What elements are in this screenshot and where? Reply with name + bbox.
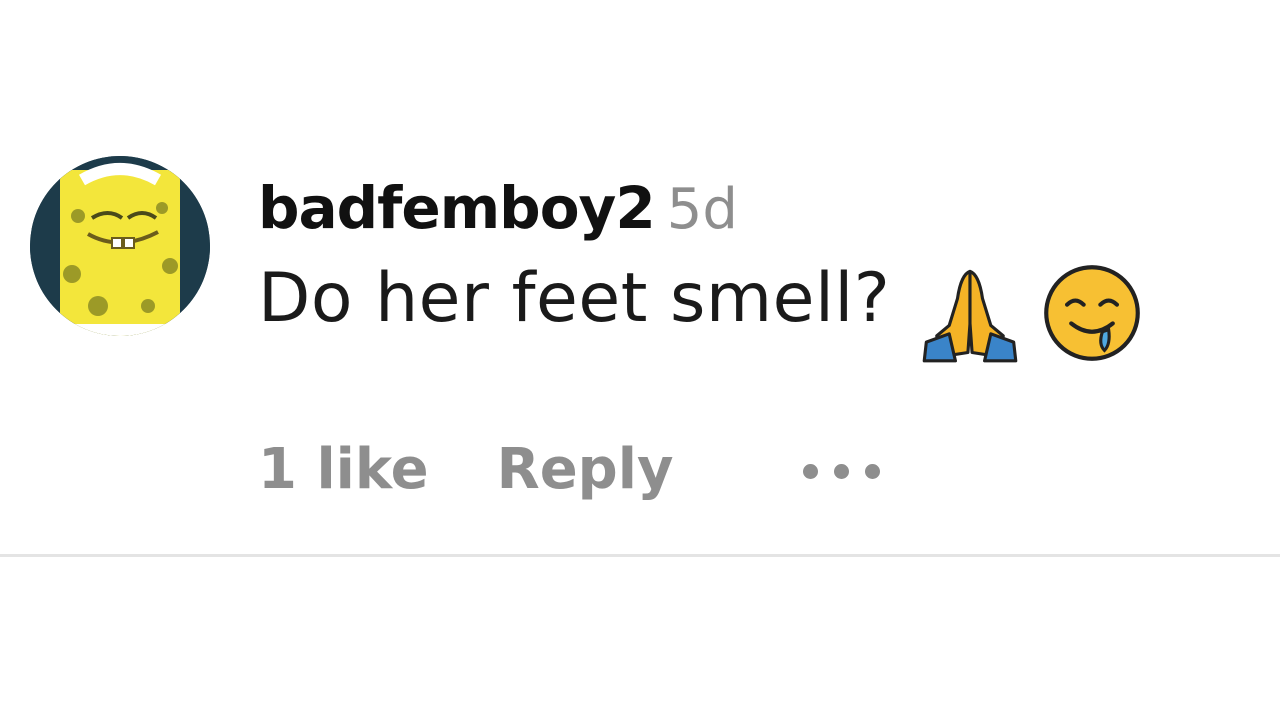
folded-hands-emoji (918, 261, 1022, 365)
comment-item: badfemboy2 5d Do her feet smell? 1 like Re… (0, 0, 1280, 555)
reply-button[interactable]: Reply (497, 430, 674, 510)
dot (803, 464, 819, 479)
dot (834, 464, 850, 479)
comment-text: Do her feet smell? (258, 259, 891, 338)
username-link[interactable]: badfemboy2 (258, 174, 656, 242)
drooling-face-emoji (1040, 261, 1144, 365)
more-options-icon[interactable] (803, 434, 896, 514)
comment-actions: 1 like Reply (258, 430, 896, 510)
comment-text-line: Do her feet smell? (258, 244, 1144, 362)
divider (0, 554, 1280, 557)
avatar[interactable] (30, 156, 210, 336)
comment-header: badfemboy2 5d (258, 172, 1144, 244)
likes-count[interactable]: 1 like (258, 430, 429, 510)
avatar-image (30, 156, 210, 336)
dot (865, 464, 881, 479)
comment-body: badfemboy2 5d Do her feet smell? (258, 172, 1144, 362)
timestamp[interactable]: 5d (667, 177, 738, 242)
